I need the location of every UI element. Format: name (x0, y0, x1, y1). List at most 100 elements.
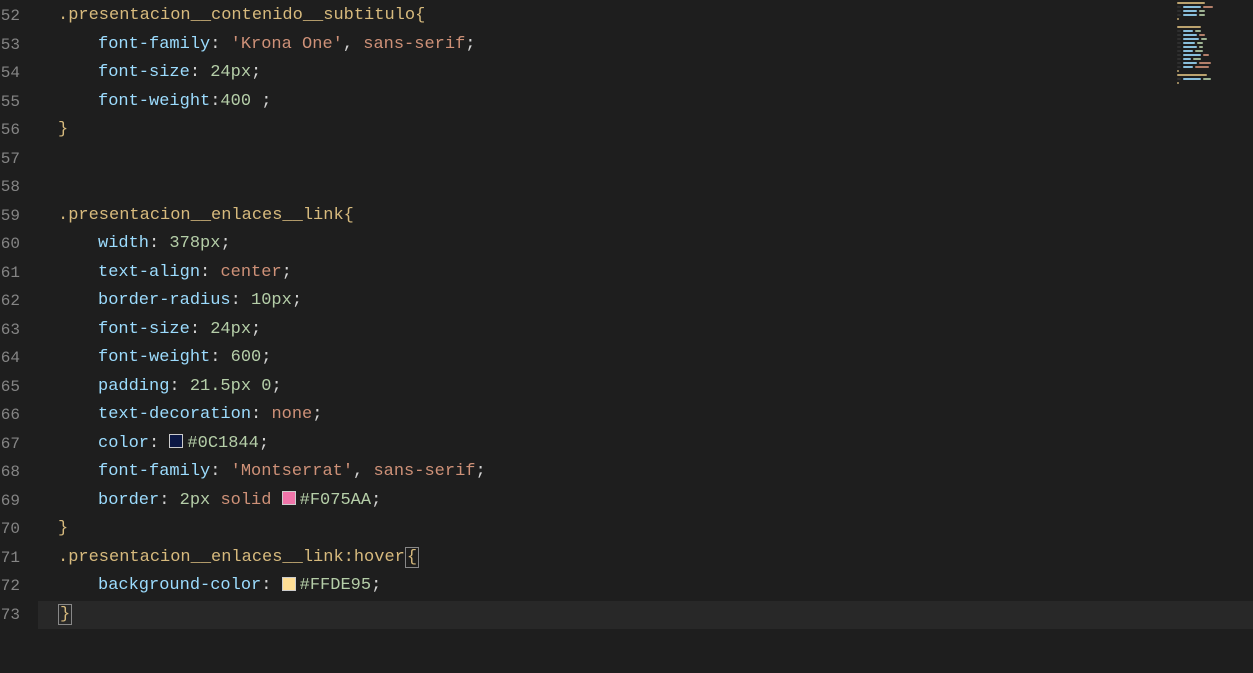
code-line[interactable]: .presentacion__contenido__subtitulo{ (38, 2, 1253, 31)
token-prop: font-family (98, 35, 210, 54)
token-punct: , (353, 462, 373, 481)
color-swatch[interactable] (282, 491, 296, 505)
line-number: 72 (0, 572, 20, 601)
code-line[interactable]: } (38, 601, 1253, 630)
token-kw: sans-serif (363, 35, 465, 54)
token-selector: .presentacion__enlaces__link (58, 206, 344, 225)
token-brace: { (405, 547, 419, 568)
code-line[interactable]: font-family: 'Montserrat', sans-serif; (38, 458, 1253, 487)
code-line[interactable]: font-weight:400 ; (38, 88, 1253, 117)
code-line[interactable]: font-family: 'Krona One', sans-serif; (38, 31, 1253, 60)
token-colon: : (210, 348, 230, 367)
line-number: 67 (0, 430, 20, 459)
color-swatch[interactable] (282, 577, 296, 591)
token-prop: width (98, 234, 149, 253)
code-line[interactable]: .presentacion__enlaces__link{ (38, 202, 1253, 231)
token-punct (271, 491, 281, 510)
line-number: 66 (0, 401, 20, 430)
code-line[interactable] (38, 145, 1253, 174)
token-punct: ; (371, 491, 381, 510)
code-line[interactable]: } (38, 515, 1253, 544)
token-colon: : (149, 434, 169, 453)
code-line[interactable]: font-size: 24px; (38, 316, 1253, 345)
code-area[interactable]: .presentacion__contenido__subtitulo{font… (38, 0, 1253, 673)
token-num: #F075AA (300, 491, 371, 510)
code-line[interactable]: font-weight: 600; (38, 344, 1253, 373)
line-number: 65 (0, 373, 20, 402)
line-number: 61 (0, 259, 20, 288)
token-kw: center (220, 263, 281, 282)
code-line[interactable]: background-color: #FFDE95; (38, 572, 1253, 601)
token-colon: : (190, 63, 210, 82)
token-str: 'Montserrat' (231, 462, 353, 481)
token-prop: font-size (98, 320, 190, 339)
line-number: 59 (0, 202, 20, 231)
token-punct: ; (251, 320, 261, 339)
line-number: 54 (0, 59, 20, 88)
code-line[interactable]: border-radius: 10px; (38, 287, 1253, 316)
token-colon: : (210, 35, 230, 54)
code-line[interactable]: border: 2px solid #F075AA; (38, 487, 1253, 516)
token-num: 0 (261, 377, 271, 396)
token-num: #FFDE95 (300, 576, 371, 595)
token-num: 600 (231, 348, 262, 367)
token-brace: { (415, 6, 425, 25)
line-number: 52 (0, 2, 20, 31)
token-prop: color (98, 434, 149, 453)
code-line[interactable]: padding: 21.5px 0; (38, 373, 1253, 402)
token-prop: border (98, 491, 159, 510)
line-number: 63 (0, 316, 20, 345)
token-colon: : (261, 576, 281, 595)
code-line[interactable] (38, 173, 1253, 202)
token-num: 10px (251, 291, 292, 310)
token-str: 'Krona One' (231, 35, 343, 54)
token-num: #0C1844 (187, 434, 258, 453)
line-number: 55 (0, 88, 20, 117)
token-punct: ; (220, 234, 230, 253)
color-swatch[interactable] (169, 434, 183, 448)
token-punct: ; (271, 377, 281, 396)
token-num: 21.5px (190, 377, 251, 396)
token-prop: font-family (98, 462, 210, 481)
token-colon: : (190, 320, 210, 339)
code-line[interactable]: .presentacion__enlaces__link:hover{ (38, 544, 1253, 573)
code-line[interactable]: width: 378px; (38, 230, 1253, 259)
code-line[interactable]: font-size: 24px; (38, 59, 1253, 88)
token-punct: ; (261, 348, 271, 367)
line-number: 60 (0, 230, 20, 259)
line-number: 56 (0, 116, 20, 145)
line-number: 68 (0, 458, 20, 487)
token-kw: none (271, 405, 312, 424)
code-line[interactable]: text-decoration: none; (38, 401, 1253, 430)
token-prop: text-decoration (98, 405, 251, 424)
code-line[interactable]: color: #0C1844; (38, 430, 1253, 459)
token-punct (210, 491, 220, 510)
token-punct: ; (371, 576, 381, 595)
line-number: 73 (0, 601, 20, 630)
line-number: 64 (0, 344, 20, 373)
token-prop: border-radius (98, 291, 231, 310)
code-line[interactable]: text-align: center; (38, 259, 1253, 288)
token-num: 2px (180, 491, 211, 510)
token-punct: ; (259, 434, 269, 453)
token-punct: ; (465, 35, 475, 54)
code-editor[interactable]: 5253545556575859606162636465666768697071… (0, 0, 1253, 673)
token-colon: : (231, 291, 251, 310)
token-kw: sans-serif (373, 462, 475, 481)
token-num: 400 (220, 92, 251, 111)
token-prop: font-weight (98, 348, 210, 367)
token-kw: solid (220, 491, 271, 510)
token-colon: : (210, 462, 230, 481)
token-brace: { (344, 206, 354, 225)
line-number: 71 (0, 544, 20, 573)
line-number: 62 (0, 287, 20, 316)
code-line[interactable]: } (38, 116, 1253, 145)
token-colon: : (159, 491, 179, 510)
token-num: 24px (210, 320, 251, 339)
token-punct: ; (251, 63, 261, 82)
token-punct: ; (292, 291, 302, 310)
line-number: 57 (0, 145, 20, 174)
token-prop: padding (98, 377, 169, 396)
line-number: 53 (0, 31, 20, 60)
token-punct (251, 377, 261, 396)
